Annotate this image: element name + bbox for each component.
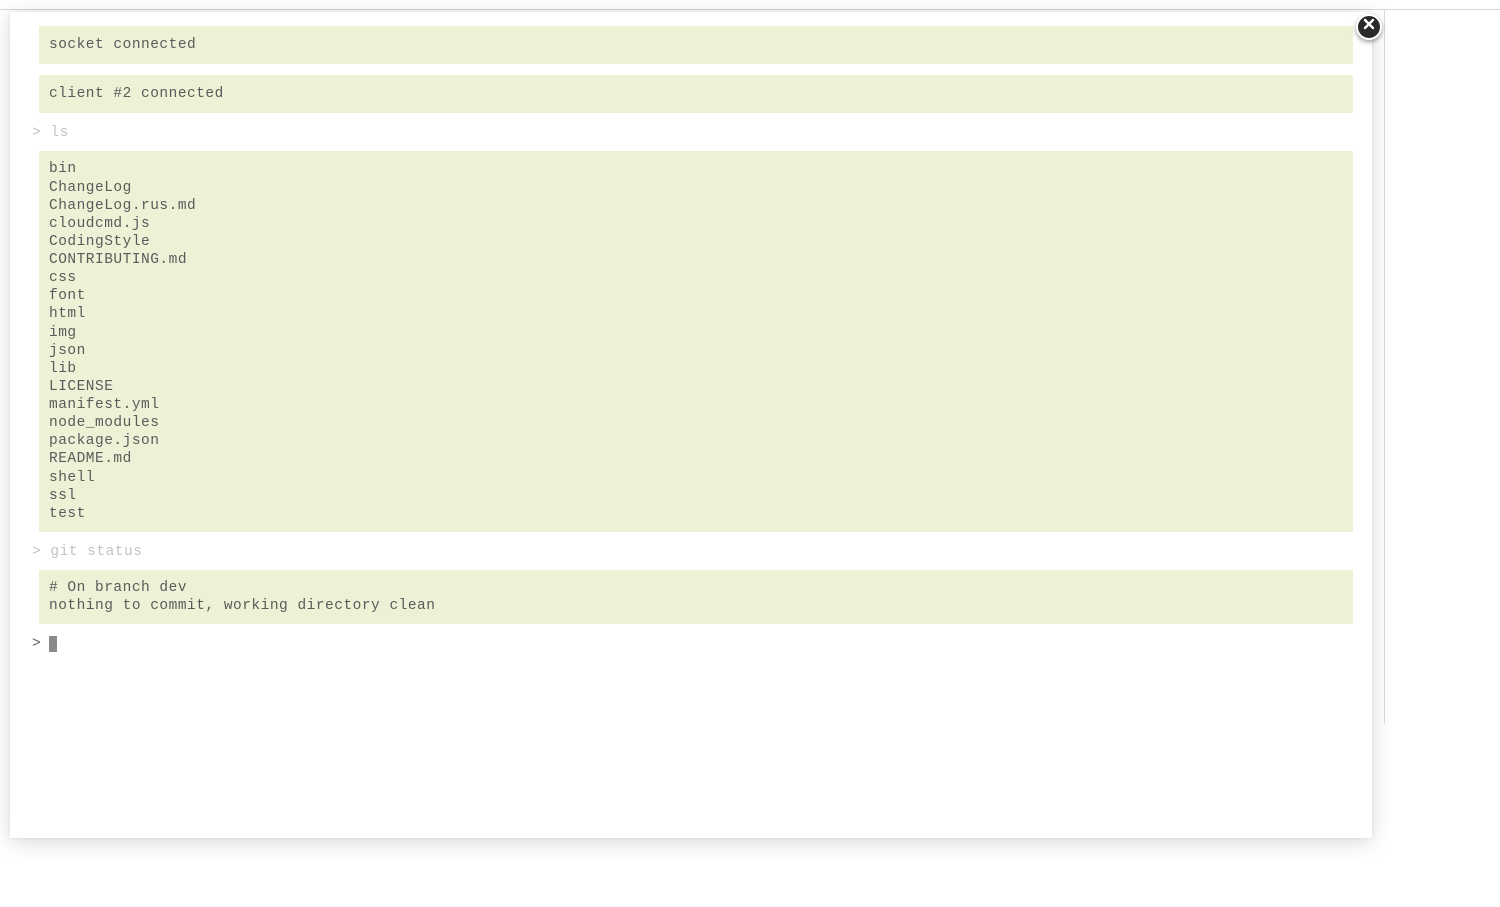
prompt-symbol: > [32, 635, 41, 653]
command-line: > git status [20, 543, 1362, 561]
status-message: socket connected [39, 26, 1353, 64]
command-text: git status [50, 544, 142, 560]
prompt-symbol: > [32, 125, 41, 141]
close-icon [1363, 18, 1375, 36]
command-text: ls [50, 125, 68, 141]
prompt-symbol: > [32, 544, 41, 560]
status-message: client #2 connected [39, 75, 1353, 113]
command-line: > ls [20, 124, 1362, 142]
console-input-line[interactable]: > [20, 635, 1362, 653]
console-panel: socket connected client #2 connected > l… [10, 12, 1372, 838]
command-output: # On branch dev nothing to commit, worki… [39, 570, 1353, 624]
right-edge [1384, 9, 1385, 724]
input-cursor [49, 636, 57, 652]
close-button[interactable] [1356, 14, 1382, 40]
command-output: bin ChangeLog ChangeLog.rus.md cloudcmd.… [39, 151, 1353, 532]
